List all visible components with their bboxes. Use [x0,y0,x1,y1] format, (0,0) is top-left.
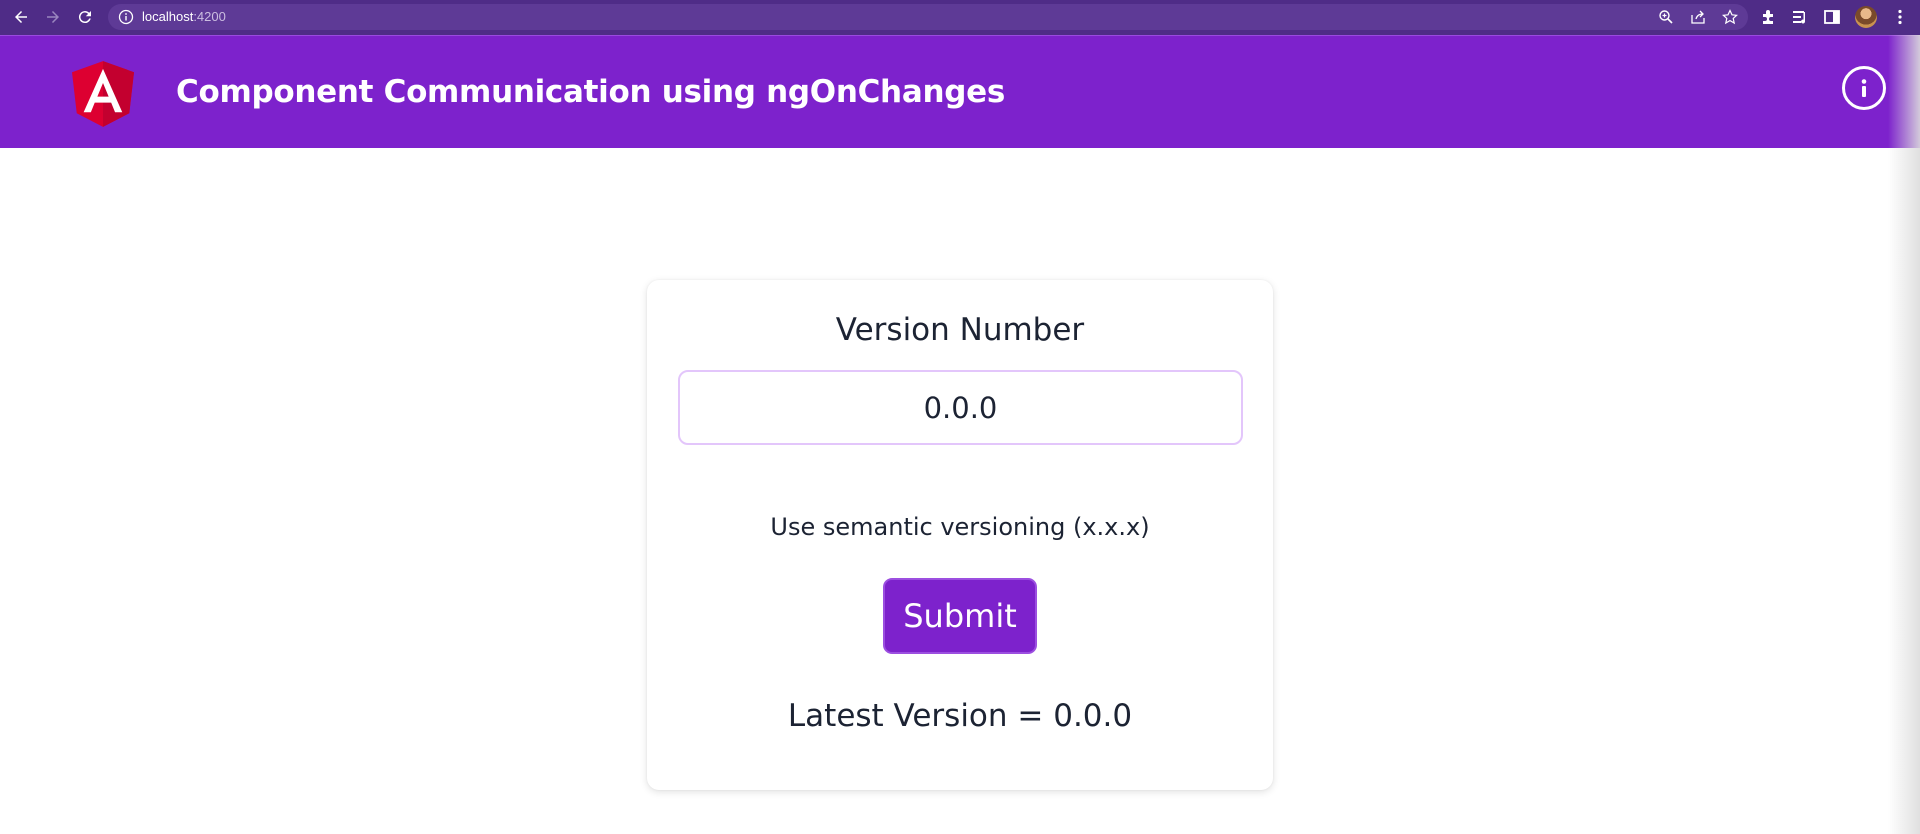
url-port: :4200 [193,9,226,24]
media-controls-icon[interactable] [1791,8,1809,26]
angular-logo [72,61,134,127]
address-bar[interactable]: localhost:4200 [108,4,1748,30]
extensions-icon[interactable] [1760,8,1778,26]
browser-toolbar: localhost:4200 [0,0,1920,35]
site-info-icon[interactable] [118,9,134,25]
version-card: Version Number Use semantic versioning (… [647,280,1273,790]
info-icon[interactable] [1842,66,1886,110]
forward-icon[interactable] [41,5,65,29]
share-icon[interactable] [1690,9,1706,25]
latest-version-text: Latest Version = 0.0.0 [787,698,1133,734]
bookmark-star-icon[interactable] [1722,9,1738,25]
reload-icon[interactable] [73,5,97,29]
semver-hint: Use semantic versioning (x.x.x) [770,513,1150,541]
version-number-label: Version Number [835,312,1085,348]
url-host: localhost [142,9,194,24]
app-header: Component Communication using ngOnChange… [0,35,1920,148]
page-edge-shadow [1888,35,1920,834]
submit-button[interactable]: Submit [883,578,1037,654]
back-icon[interactable] [9,5,33,29]
side-panel-icon[interactable] [1823,8,1841,26]
zoom-icon[interactable] [1658,9,1674,25]
page-title: Component Communication using ngOnChange… [176,74,1005,110]
url-text: localhost:4200 [142,9,226,25]
version-number-input[interactable] [678,370,1243,445]
menu-kebab-icon[interactable] [1891,8,1909,26]
profile-avatar[interactable] [1855,6,1877,28]
